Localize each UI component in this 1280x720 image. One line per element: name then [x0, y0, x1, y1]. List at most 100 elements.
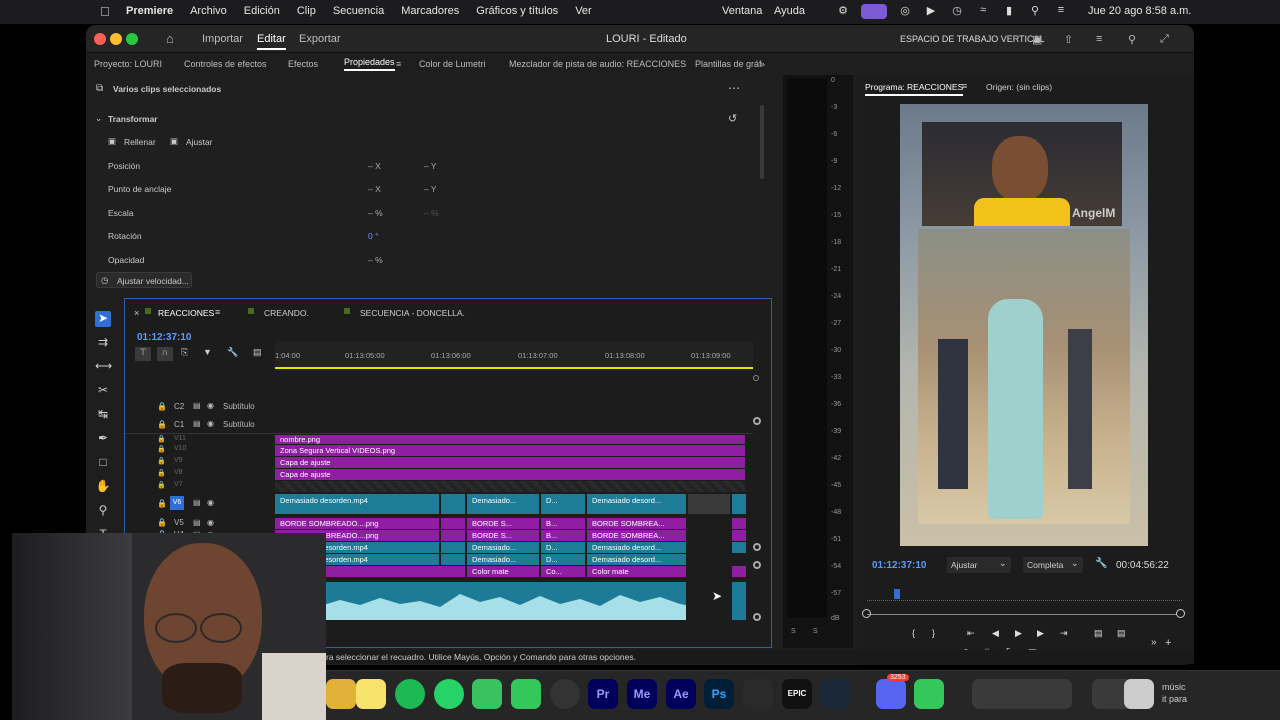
lock-icon[interactable]: 🔒: [157, 445, 166, 453]
lock-icon[interactable]: 🔒: [157, 457, 166, 465]
anchor-y-value[interactable]: – Y: [424, 184, 437, 194]
razor-tool-icon[interactable]: ✂: [95, 383, 111, 399]
davinci-app-icon[interactable]: [743, 679, 773, 709]
mini-timeline[interactable]: [867, 589, 1182, 601]
quality-dropdown[interactable]: Completa ⌄: [1023, 557, 1083, 573]
source-tab[interactable]: Origen: (sin clips): [986, 82, 1052, 92]
position-x-value[interactable]: – X: [368, 161, 381, 171]
ripple-tool-icon[interactable]: ⟷: [95, 359, 112, 375]
track-select-tool-icon[interactable]: ⇉: [95, 335, 111, 351]
tab-doncella[interactable]: SECUENCIA - DONCELLA.: [360, 308, 465, 318]
nav-exportar[interactable]: Exportar: [299, 33, 341, 45]
fill-button[interactable]: Rellenar: [124, 137, 156, 147]
step-forward-icon[interactable]: ▶: [1037, 628, 1044, 639]
clip[interactable]: B...: [541, 530, 585, 541]
clip[interactable]: [688, 494, 730, 514]
trash-icon[interactable]: [1124, 679, 1154, 709]
more-options-icon[interactable]: ⋯: [728, 81, 740, 95]
properties-scrollbar[interactable]: [760, 105, 764, 179]
mark-in-icon[interactable]: {: [912, 628, 915, 638]
program-tab[interactable]: Programa: REACCIONES: [865, 82, 964, 96]
eye-icon[interactable]: ◉: [207, 518, 214, 527]
nav-importar[interactable]: Importar: [202, 33, 243, 45]
play-icon[interactable]: ▶: [923, 4, 939, 18]
scroll-handle[interactable]: [753, 375, 759, 381]
clip[interactable]: Demasiado desord...: [587, 542, 686, 553]
playhead-marker[interactable]: [894, 589, 900, 599]
clip[interactable]: [441, 542, 465, 553]
tab-menu-icon[interactable]: ≡: [962, 81, 967, 91]
scroll-handle[interactable]: [753, 543, 761, 551]
tab-plantillas[interactable]: Plantillas de gráf: [695, 59, 762, 69]
timeline-timecode[interactable]: 01:12:37:10: [137, 332, 191, 343]
obs-app-icon[interactable]: [550, 679, 580, 709]
audio-clip[interactable]: [732, 582, 746, 620]
menu-app-name[interactable]: Premiere: [126, 5, 173, 17]
home-icon[interactable]: ⌂: [166, 31, 174, 46]
clip[interactable]: Capa de ajuste: [275, 457, 745, 468]
audio-clip[interactable]: [275, 582, 686, 620]
scale-height-value[interactable]: – %: [424, 208, 439, 218]
facetime-app-icon[interactable]: [472, 679, 502, 709]
clip[interactable]: Demasiado desord...: [587, 494, 686, 514]
lock-icon[interactable]: 🔒: [157, 469, 166, 477]
clip[interactable]: D...: [541, 542, 585, 553]
search-icon[interactable]: ⚲: [1128, 33, 1136, 46]
tab-propiedades[interactable]: Propiedades: [344, 57, 395, 71]
menu-ventana[interactable]: Ventana: [722, 5, 762, 17]
slip-tool-icon[interactable]: ↹: [95, 407, 111, 423]
epic-games-app-icon[interactable]: EPIC: [782, 679, 812, 709]
clip[interactable]: B...: [541, 518, 585, 529]
more-controls-icon[interactable]: »: [1151, 637, 1157, 648]
clip[interactable]: [441, 518, 465, 529]
battery-icon[interactable]: ▮: [1001, 4, 1017, 18]
menu-clip[interactable]: Clip: [297, 5, 316, 17]
menu-secuencia[interactable]: Secuencia: [333, 5, 384, 17]
tab-efectos[interactable]: Efectos: [288, 59, 318, 69]
maps-app-icon[interactable]: [326, 679, 356, 709]
clip[interactable]: [732, 530, 746, 541]
position-y-value[interactable]: – Y: [424, 161, 437, 171]
clip[interactable]: Capa de ajuste: [275, 469, 745, 480]
work-area-bar[interactable]: [275, 367, 753, 369]
captions-icon[interactable]: ▤: [253, 347, 262, 358]
panel-layout-icon[interactable]: ▣: [1032, 33, 1042, 46]
snap-icon[interactable]: ∩: [157, 347, 173, 361]
phone-app-icon[interactable]: [914, 679, 944, 709]
zoom-scrollbar[interactable]: [867, 614, 1177, 615]
go-to-in-icon[interactable]: ⇤: [967, 628, 975, 639]
reset-icon[interactable]: ↺: [728, 112, 737, 125]
fit-dropdown[interactable]: Ajustar ⌄: [947, 557, 1011, 573]
solo-button[interactable]: S: [813, 628, 818, 635]
tab-menu-icon[interactable]: ≡: [215, 307, 220, 317]
wifi-icon[interactable]: ≈: [975, 4, 991, 18]
control-center-icon[interactable]: ≡: [1053, 4, 1069, 18]
clip[interactable]: Zona Segura Vertical VIDEOS.png: [275, 445, 745, 456]
timer-icon[interactable]: ◷: [949, 4, 965, 18]
premiere-app-icon[interactable]: Pr: [588, 679, 618, 709]
zoom-tool-icon[interactable]: ⚲: [95, 503, 111, 519]
scroll-handle[interactable]: [753, 561, 761, 569]
apple-icon[interactable]: : [100, 4, 110, 19]
clip[interactable]: [732, 566, 746, 577]
selection-tool-icon[interactable]: ➤: [95, 311, 111, 327]
after-effects-app-icon[interactable]: Ae: [666, 679, 696, 709]
lock-icon[interactable]: 🔒: [157, 420, 167, 429]
zoom-handle-right[interactable]: [1176, 609, 1185, 618]
messages-app-icon[interactable]: [511, 679, 541, 709]
media-encoder-app-icon[interactable]: Me: [627, 679, 657, 709]
photoshop-app-icon[interactable]: Ps: [704, 679, 734, 709]
clip[interactable]: nombre.png: [275, 435, 745, 444]
game-controller-icon[interactable]: ◎: [897, 4, 913, 18]
clip[interactable]: [732, 494, 746, 514]
whatsapp-app-icon[interactable]: [434, 679, 464, 709]
clip[interactable]: D...: [541, 494, 585, 514]
clip[interactable]: Demasiado...: [467, 554, 539, 565]
zoom-handle-left[interactable]: [862, 609, 871, 618]
menu-graficos[interactable]: Gráficos y títulos: [476, 5, 558, 17]
scroll-handle[interactable]: [753, 417, 761, 425]
step-back-icon[interactable]: ◀: [992, 628, 999, 639]
speed-button[interactable]: ◷ Ajustar velocidad...: [96, 272, 192, 288]
menu-ayuda[interactable]: Ayuda: [774, 5, 805, 17]
go-to-out-icon[interactable]: ⇥: [1060, 628, 1068, 639]
